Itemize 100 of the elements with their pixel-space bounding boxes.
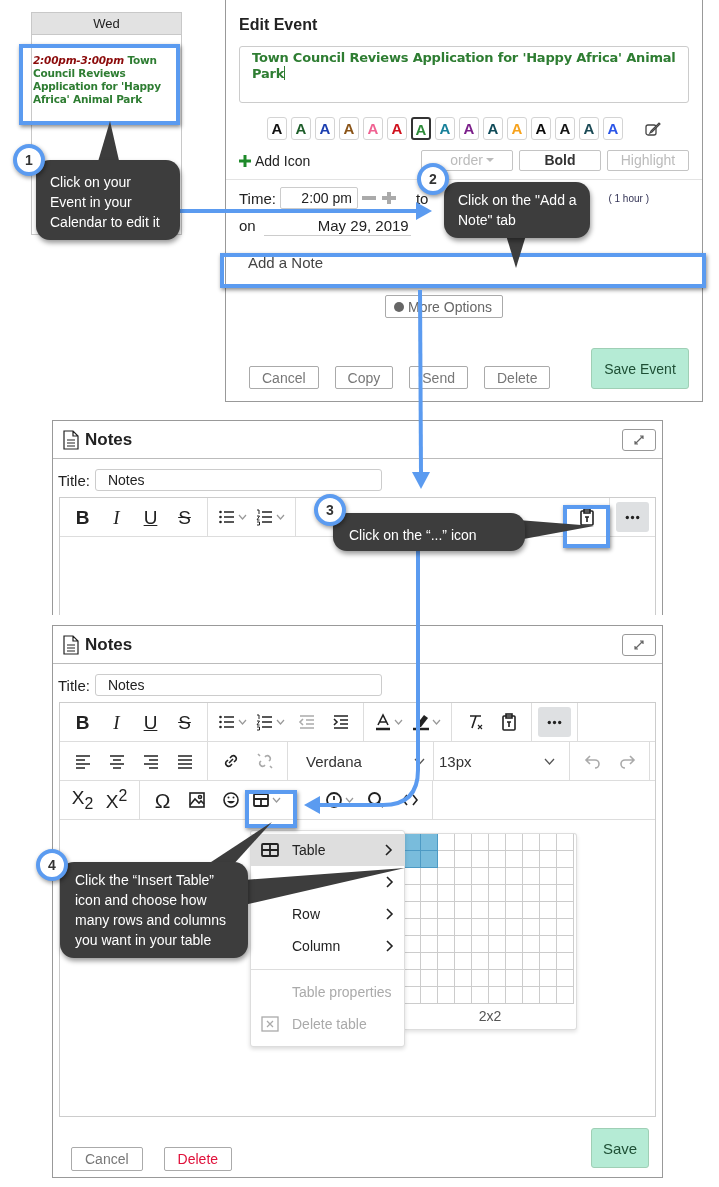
grid-cell[interactable]: [472, 987, 489, 1004]
subscript-tool-button[interactable]: X$_{2}$: [66, 785, 99, 815]
grid-cell[interactable]: [506, 885, 523, 902]
grid-cell[interactable]: [523, 953, 540, 970]
strikethrough-tool-button[interactable]: S: [168, 707, 201, 737]
grid-cell[interactable]: [557, 902, 574, 919]
grid-cell[interactable]: [455, 953, 472, 970]
grid-cell[interactable]: [506, 953, 523, 970]
menu-item[interactable]: Row: [251, 898, 404, 930]
grid-cell[interactable]: [540, 834, 557, 851]
grid-cell[interactable]: [455, 868, 472, 885]
grid-cell[interactable]: [438, 885, 455, 902]
grid-cell[interactable]: [540, 936, 557, 953]
grid-cell[interactable]: [557, 936, 574, 953]
color-swatch[interactable]: A: [531, 117, 551, 140]
delete-button[interactable]: Delete: [163, 1147, 233, 1171]
grid-cell[interactable]: [489, 987, 506, 1004]
grid-cell[interactable]: [489, 953, 506, 970]
grid-cell[interactable]: [455, 902, 472, 919]
grid-cell[interactable]: [523, 919, 540, 936]
color-swatch[interactable]: A: [267, 117, 287, 140]
grid-cell[interactable]: [472, 953, 489, 970]
color-swatch[interactable]: A: [579, 117, 599, 140]
underline-tool-button[interactable]: U: [134, 707, 167, 737]
grid-cell[interactable]: [540, 885, 557, 902]
grid-cell[interactable]: [540, 919, 557, 936]
grid-cell[interactable]: [506, 936, 523, 953]
grid-cell[interactable]: [557, 834, 574, 851]
grid-cell[interactable]: [489, 936, 506, 953]
italic-tool-button[interactable]: I: [100, 707, 133, 737]
grid-cell[interactable]: [421, 919, 438, 936]
grid-cell[interactable]: [472, 919, 489, 936]
grid-cell[interactable]: [421, 953, 438, 970]
caret-icon[interactable]: [238, 514, 247, 520]
grid-cell[interactable]: [557, 970, 574, 987]
caret-icon[interactable]: [276, 514, 285, 520]
grid-cell[interactable]: [472, 902, 489, 919]
cancel-button[interactable]: Cancel: [71, 1147, 143, 1171]
grid-cell[interactable]: [438, 936, 455, 953]
grid-cell[interactable]: [421, 970, 438, 987]
grid-cell[interactable]: [506, 868, 523, 885]
grid-cell[interactable]: [472, 851, 489, 868]
grid-cell[interactable]: [557, 868, 574, 885]
grid-cell[interactable]: [506, 970, 523, 987]
save-button[interactable]: Save: [591, 1128, 649, 1168]
grid-cell[interactable]: [523, 936, 540, 953]
grid-cell[interactable]: [438, 902, 455, 919]
action-button[interactable]: Send: [409, 366, 468, 389]
menu-item[interactable]: Column: [251, 930, 404, 962]
caret-icon[interactable]: [238, 719, 247, 725]
grid-cell[interactable]: [421, 885, 438, 902]
grid-cell[interactable]: [540, 970, 557, 987]
color-swatch[interactable]: A: [387, 117, 407, 140]
grid-cell[interactable]: [489, 885, 506, 902]
expand-button[interactable]: [622, 428, 656, 451]
event-title-field[interactable]: Town Council Reviews Application for 'Happy Africa' Animal Park: [239, 46, 689, 103]
color-swatch[interactable]: A: [555, 117, 575, 140]
strikethrough-tool-button[interactable]: S: [168, 502, 201, 532]
grid-cell[interactable]: [455, 885, 472, 902]
save-event-button[interactable]: Save Event: [591, 348, 689, 389]
action-button[interactable]: Delete: [484, 366, 551, 389]
select-field[interactable]: 13px: [435, 742, 563, 780]
grid-cell[interactable]: [489, 970, 506, 987]
grid-cell[interactable]: [523, 834, 540, 851]
caret-icon[interactable]: [394, 719, 403, 725]
grid-cell[interactable]: [540, 987, 557, 1004]
grid-cell[interactable]: [523, 987, 540, 1004]
color-swatch[interactable]: A: [459, 117, 479, 140]
grid-cell[interactable]: [557, 953, 574, 970]
grid-cell[interactable]: [557, 919, 574, 936]
grid-cell[interactable]: [438, 953, 455, 970]
more-tool-button[interactable]: [616, 502, 649, 532]
special-character-tool-button[interactable]: Ω: [146, 785, 179, 815]
grid-cell[interactable]: [540, 868, 557, 885]
caret-icon[interactable]: [345, 797, 354, 803]
color-swatch[interactable]: A: [411, 117, 431, 140]
grid-cell[interactable]: [540, 851, 557, 868]
date-field[interactable]: May 29, 2019: [263, 215, 411, 236]
grid-cell[interactable]: [421, 868, 438, 885]
bold-tool-button[interactable]: B: [66, 502, 99, 532]
underline-tool-button[interactable]: U: [134, 502, 167, 532]
grid-cell[interactable]: [455, 987, 472, 1004]
grid-cell[interactable]: [489, 834, 506, 851]
color-swatch[interactable]: A: [483, 117, 503, 140]
action-button[interactable]: Copy: [334, 366, 394, 389]
grid-cell[interactable]: [455, 936, 472, 953]
plus-icon[interactable]: [239, 154, 251, 167]
text-style-button[interactable]: Bold: [519, 150, 601, 171]
grid-cell[interactable]: [472, 868, 489, 885]
grid-cell[interactable]: [506, 834, 523, 851]
grid-cell[interactable]: [489, 868, 506, 885]
grid-cell[interactable]: [421, 936, 438, 953]
grid-cell[interactable]: [472, 970, 489, 987]
grid-cell[interactable]: [438, 970, 455, 987]
minus-plus-icon[interactable]: [361, 192, 398, 204]
start-time-field[interactable]: 2:00 pm: [279, 187, 358, 209]
color-swatch[interactable]: A: [315, 117, 335, 140]
grid-cell[interactable]: [438, 919, 455, 936]
expand-button[interactable]: [622, 633, 656, 656]
title-field[interactable]: Notes: [94, 469, 382, 491]
